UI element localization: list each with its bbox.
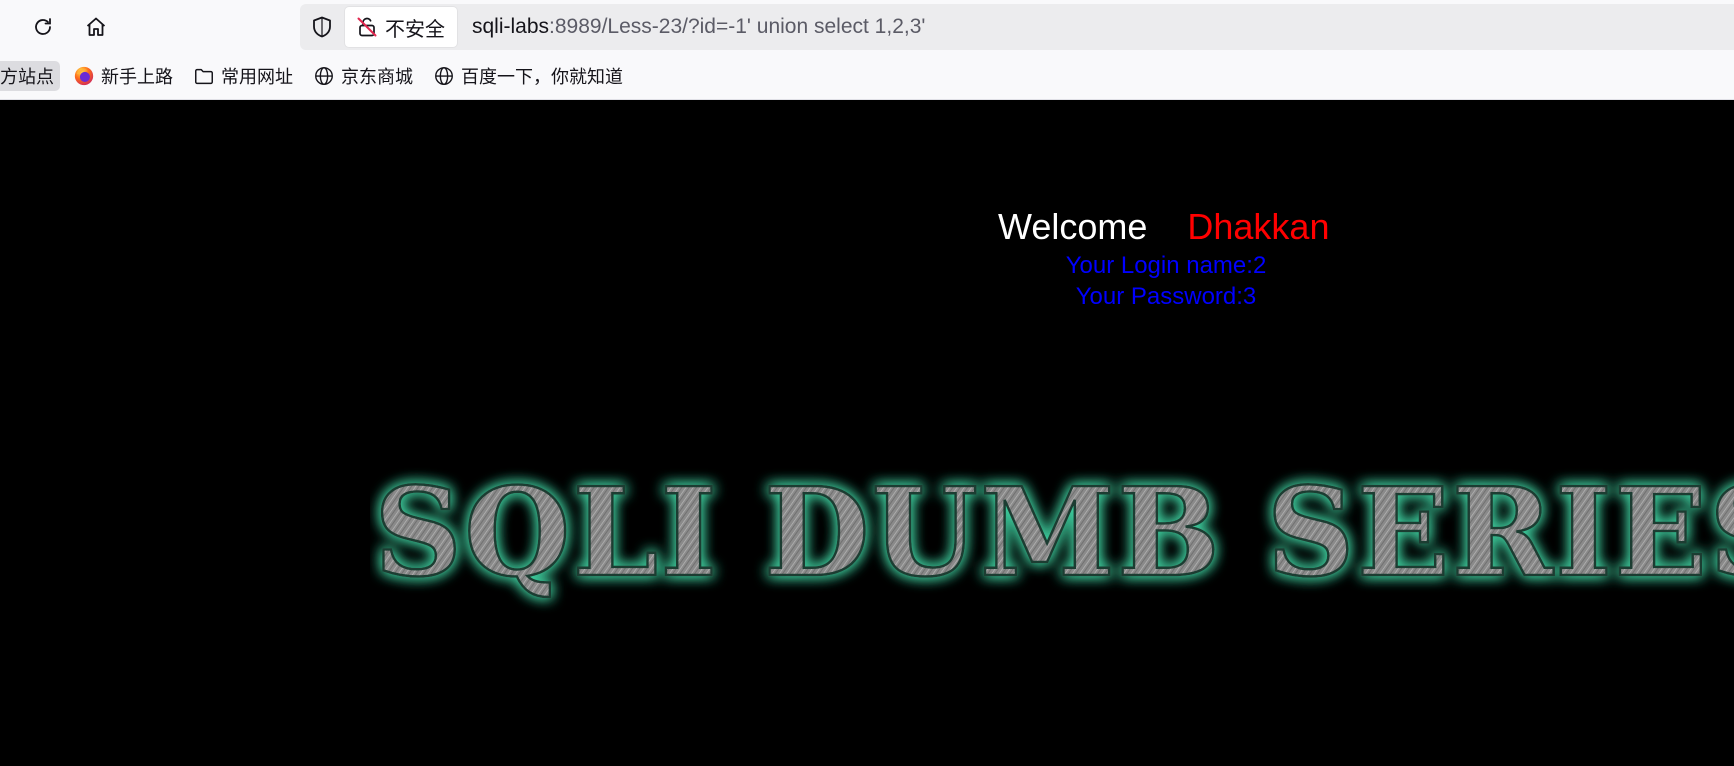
folder-icon (195, 68, 213, 85)
welcome-username: Dhakkan (1187, 206, 1330, 247)
password-text: Your Password:3 (1075, 283, 1257, 310)
bookmark-label: 常用网址 (221, 67, 293, 88)
insecure-lock-icon (357, 17, 377, 37)
bookmark-label: 方站点 (0, 67, 54, 88)
bookmark-item[interactable]: 方站点 (0, 61, 60, 91)
insecure-label: 不安全 (385, 16, 445, 41)
url-path: :8989/Less-23/?id=-1' union select 1,2,3… (549, 15, 926, 38)
page-content: Welcome Dhakkan Your Login name:2 Your Pa… (0, 100, 1734, 766)
sqli-dumb-series-banner: SQLI DUMB SERIES- (373, 459, 1734, 606)
login-name-text: Your Login name:2 (1065, 252, 1267, 279)
bookmark-item[interactable]: 常用网址 (193, 61, 293, 91)
welcome-word: Welcome (998, 206, 1148, 247)
bookmark-label: 新手上路 (101, 67, 173, 88)
welcome-heading: Welcome Dhakkan (998, 206, 1329, 248)
bookmarks-bar: 方站点 新手上路 常用网址 京东商城 百度一下，你就知道 (0, 54, 1734, 100)
globe-icon (315, 67, 333, 85)
tracking-protection-shield-icon[interactable] (310, 15, 334, 39)
bookmark-item[interactable]: 新手上路 (73, 61, 173, 91)
browser-toolbar: 不安全 sqli-labs:8989/Less-23/?id=-1' union… (0, 0, 1734, 54)
url-text[interactable]: sqli-labs:8989/Less-23/?id=-1' union sel… (472, 15, 925, 39)
url-host: sqli-labs (472, 15, 550, 38)
bookmark-item[interactable]: 百度一下，你就知道 (433, 61, 623, 91)
globe-icon (435, 67, 453, 85)
bookmark-item[interactable]: 京东商城 (313, 61, 413, 91)
firefox-icon (74, 66, 94, 86)
reload-button[interactable] (26, 10, 60, 44)
banner-text: SQLI DUMB SERIES- (374, 460, 1734, 604)
connection-insecure-indicator[interactable]: 不安全 (345, 7, 457, 47)
home-icon (86, 17, 106, 36)
reload-icon (35, 18, 51, 35)
bookmark-label: 百度一下，你就知道 (461, 67, 623, 88)
bookmark-label: 京东商城 (341, 67, 413, 88)
home-button[interactable] (79, 10, 113, 44)
address-bar[interactable]: 不安全 sqli-labs:8989/Less-23/?id=-1' union… (300, 4, 1734, 50)
